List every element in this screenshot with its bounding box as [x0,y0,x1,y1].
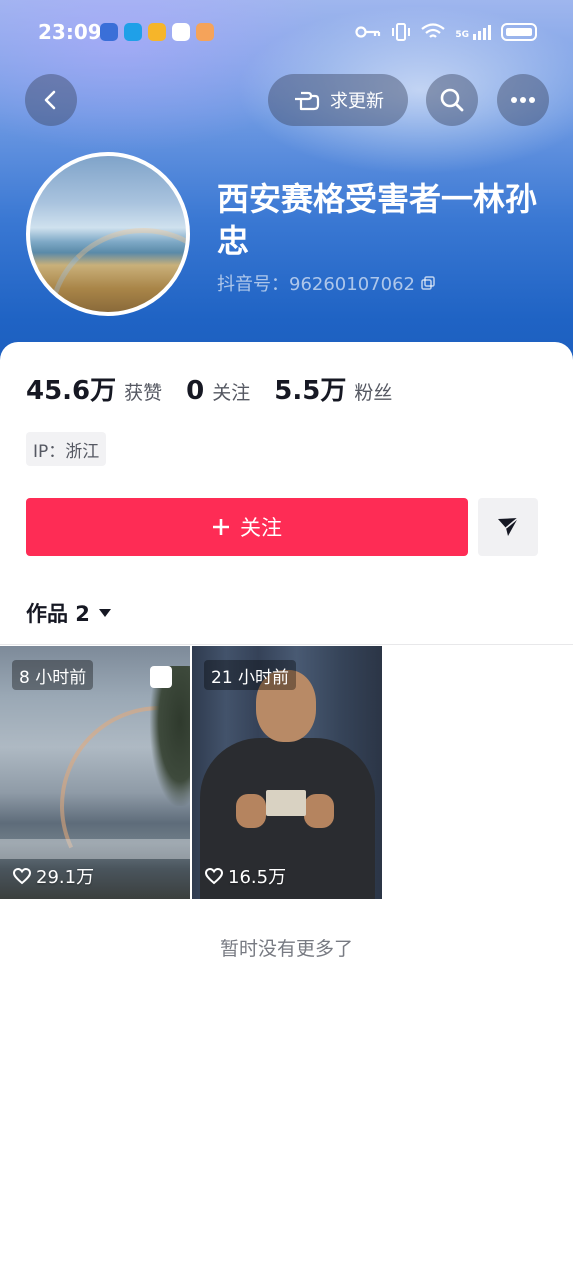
douyin-id[interactable]: 抖音号：96260107062 [217,270,435,296]
thumbnail-hand [304,794,334,828]
works-grid: 8 小时前 29.1万 21 小时前 16.5万 [0,646,382,899]
status-bar: 23:09 5G [0,0,573,66]
likes-label: 获赞 [124,382,163,404]
profile-stats: 45.6万 获赞 0 关注 5.5万 粉丝 [26,370,416,407]
heart-icon [204,867,224,885]
following-label: 关注 [212,382,251,404]
pointing-hand-icon [295,91,320,111]
video-likes-count: 16.5万 [228,867,287,888]
network-label: 5G [455,29,469,40]
wifi-icon [421,23,446,38]
plus-icon [213,519,229,535]
app-icon-blue-shield [100,23,118,41]
text-post-icon [150,666,172,688]
following-stat[interactable]: 0 关注 [186,376,250,406]
request-update-label: 求更新 [330,91,384,112]
works-tab-label: 作品 2 [26,602,90,626]
profile-nickname: 西安赛格受害者一林孙忠 [217,180,538,260]
more-button[interactable] [497,74,549,126]
profile-card: 45.6万 获赞 0 关注 5.5万 粉丝 IP：浙江 关注 作品 2 8 小时… [0,342,573,1280]
app-icon-music [172,23,190,41]
status-app-icons [100,23,214,41]
douyin-id-text: 抖音号：96260107062 [217,274,415,295]
video-likes-count: 29.1万 [36,867,95,888]
video-likes: 16.5万 [204,863,286,889]
app-icon-weather [148,23,166,41]
likes-count: 45.6万 [26,376,117,406]
followers-count: 5.5万 [274,376,347,406]
battery-icon [501,23,537,41]
thumbnail-sea [0,839,190,859]
avatar-rainbow [48,228,186,312]
signal-icon: 5G [455,24,491,40]
send-message-button[interactable] [478,498,538,556]
caret-down-icon [98,609,111,617]
status-time: 23:09 [38,20,102,44]
no-more-content-text: 暂时没有更多了 [219,938,353,960]
chevron-left-icon [44,90,56,110]
more-dots-icon [511,97,535,103]
followers-stat[interactable]: 5.5万 粉丝 [274,370,392,407]
thumbnail-hand [236,794,266,828]
tab-divider [0,644,573,645]
ip-location-tag: IP：浙江 [26,432,107,466]
paper-plane-icon [498,517,519,536]
works-tab[interactable]: 作品 2 [26,598,112,628]
video-likes: 29.1万 [12,863,94,889]
likes-stat[interactable]: 45.6万 获赞 [26,370,162,407]
heart-icon [12,867,32,885]
followers-label: 粉丝 [354,382,393,404]
app-icon-heart [196,23,214,41]
copy-icon [421,276,435,290]
search-icon [440,88,464,112]
back-button[interactable] [25,74,77,126]
thumbnail-id-card [266,790,306,816]
search-button[interactable] [426,74,478,126]
video-time-badge: 21 小时前 [204,660,297,690]
vibrate-icon [392,23,411,41]
video-thumbnail[interactable]: 21 小时前 16.5万 [192,646,382,899]
app-icon-book [124,23,142,41]
follow-button[interactable]: 关注 [26,498,468,556]
follow-label: 关注 [240,516,282,540]
following-count: 0 [186,376,205,406]
request-update-button[interactable]: 求更新 [268,74,408,126]
key-icon [355,26,381,38]
avatar[interactable] [26,152,190,316]
video-thumbnail[interactable]: 8 小时前 29.1万 [0,646,190,899]
video-time-badge: 8 小时前 [12,660,94,690]
status-right-icons: 5G [355,22,537,42]
